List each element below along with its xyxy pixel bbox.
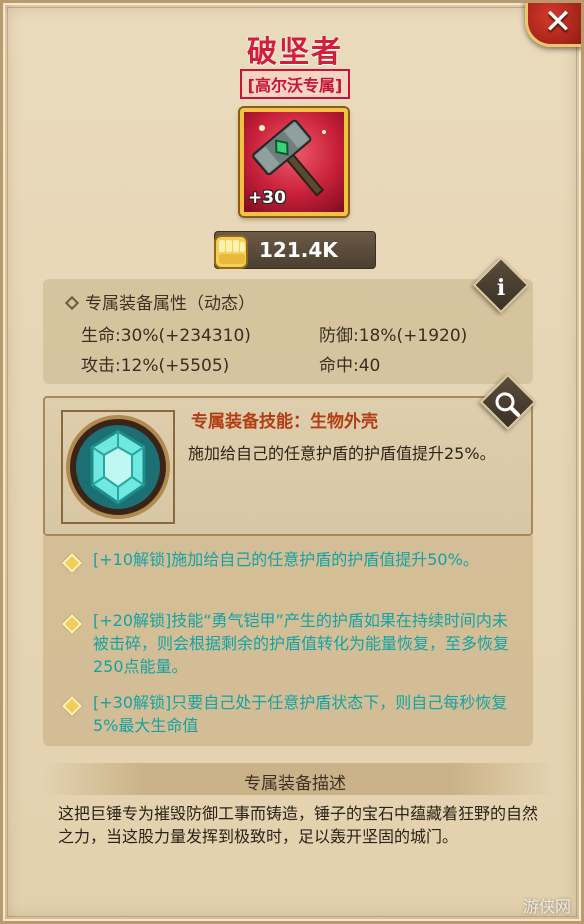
description-header: 专属装备描述 bbox=[244, 774, 346, 794]
info-icon: i bbox=[496, 274, 506, 301]
item-subtitle: [高尔沃专属] bbox=[239, 69, 351, 99]
item-level-badge: +30 bbox=[248, 188, 286, 208]
item-icon[interactable]: +30 bbox=[240, 108, 348, 216]
item-title: 破坚者 bbox=[247, 35, 343, 70]
attr-accuracy: 命中:40 bbox=[319, 356, 381, 376]
attr-hp: 生命:30%(+234310) bbox=[81, 326, 251, 346]
search-icon bbox=[495, 392, 520, 417]
unlock-10: [+10解锁]施加给自己的任意护盾的护盾值提升50%。 bbox=[93, 550, 479, 569]
watermark: 游侠网 bbox=[522, 897, 571, 916]
diamond-bullet-icon bbox=[64, 295, 80, 311]
info-button[interactable]: i bbox=[472, 256, 530, 314]
unlock-30: [+30解锁]只要自己处于任意护盾状态下，则自己每秒恢复5%最大生命值 bbox=[93, 693, 508, 735]
attr-defense: 防御:18%(+1920) bbox=[319, 326, 468, 346]
skill-description: 施加给自己的任意护盾的护盾值提升25%。 bbox=[188, 444, 496, 463]
attributes-header: 专属装备属性（动态） bbox=[64, 289, 255, 314]
unlock-20: [+20解锁]技能“勇气铠甲”产生的护盾如果在持续时间内未被击碎，则会根据剩余的… bbox=[93, 611, 510, 676]
power-value: 121.4K bbox=[259, 238, 338, 262]
attributes-header-label: 专属装备属性（动态） bbox=[85, 294, 255, 314]
description-text: 这把巨锤专为摧毁防御工事而铸造，锤子的宝石中蕴藏着狂野的自然之力，当这股力量发挥… bbox=[58, 804, 539, 846]
power-bar: 121.4K bbox=[214, 231, 376, 269]
fist-icon bbox=[214, 235, 248, 269]
attr-attack: 攻击:12%(+5505) bbox=[81, 356, 230, 376]
equipment-detail-panel: ✕ 破坚者 [高尔沃专属] +30 121.4K 专属装备属性（动态） 生命:3… bbox=[0, 0, 584, 924]
crystal-shell-icon[interactable] bbox=[58, 407, 178, 527]
skill-name: 专属装备技能：生物外壳 bbox=[191, 412, 378, 432]
attributes-panel: 专属装备属性（动态） 生命:30%(+234310) 防御:18%(+1920)… bbox=[43, 279, 533, 384]
